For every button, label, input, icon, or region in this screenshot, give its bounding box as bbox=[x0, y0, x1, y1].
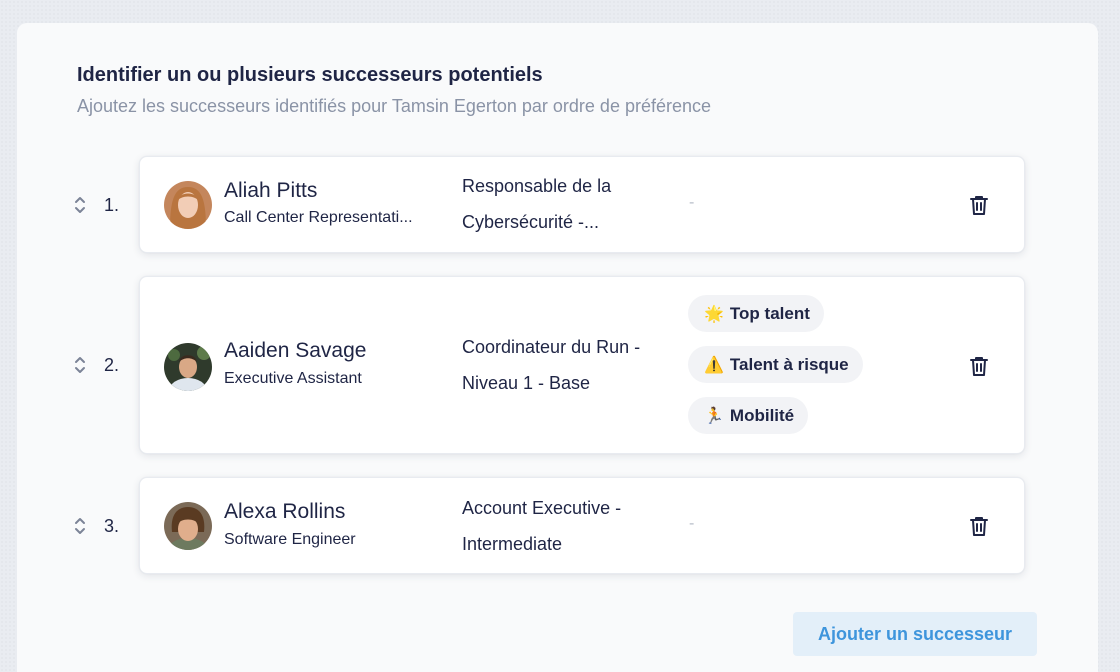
successor-name: Alexa Rollins bbox=[224, 500, 346, 523]
successor-position: Account Executive - Intermediate bbox=[462, 490, 676, 562]
tag-label: Mobilité bbox=[729, 405, 795, 425]
avatar bbox=[164, 343, 212, 391]
successor-card: Alexa Rollins Software Engineer Account … bbox=[139, 477, 1025, 574]
avatar bbox=[164, 502, 212, 550]
position-line: Coordinateur du Run - bbox=[462, 337, 641, 357]
successor-rank: 1. bbox=[104, 195, 120, 215]
tags-empty: - bbox=[689, 515, 695, 532]
position-line: Responsable de la bbox=[462, 176, 612, 196]
successor-role: Call Center Representati... bbox=[224, 209, 413, 226]
warning-icon: ⚠️ bbox=[704, 356, 724, 374]
successor-name: Aaiden Savage bbox=[224, 339, 367, 362]
add-successor-button[interactable]: Ajouter un successeur bbox=[793, 612, 1037, 656]
successor-rank: 2. bbox=[104, 355, 120, 375]
star-icon: 🌟 bbox=[704, 305, 724, 323]
drag-handle-icon[interactable] bbox=[72, 353, 88, 377]
position-line: Cybersécurité -... bbox=[462, 212, 600, 232]
tag-top-talent: 🌟 Top talent bbox=[688, 295, 824, 332]
avatar bbox=[164, 181, 212, 229]
section-title: Identifier un ou plusieurs successeurs p… bbox=[77, 64, 543, 86]
successor-role: Executive Assistant bbox=[224, 370, 362, 387]
trash-icon[interactable] bbox=[970, 195, 988, 215]
position-line: Niveau 1 - Base bbox=[462, 373, 591, 393]
position-line: Account Executive - bbox=[462, 498, 622, 518]
successor-position: Responsable de la Cybersécurité -... bbox=[462, 168, 676, 240]
drag-handle-icon[interactable] bbox=[72, 514, 88, 538]
successor-card: Aaiden Savage Executive Assistant Coordi… bbox=[139, 276, 1025, 454]
tag-mobility: 🏃 Mobilité bbox=[688, 397, 809, 434]
drag-handle-icon[interactable] bbox=[72, 193, 88, 217]
tag-talent-at-risk: ⚠️ Talent à risque bbox=[688, 346, 863, 383]
successor-rank: 3. bbox=[104, 516, 120, 536]
successor-position: Coordinateur du Run - Niveau 1 - Base bbox=[462, 329, 676, 401]
tag-label: Top talent bbox=[729, 303, 810, 323]
tags-empty: - bbox=[689, 194, 695, 211]
tag-label: Talent à risque bbox=[729, 354, 849, 374]
position-line: Intermediate bbox=[462, 534, 563, 554]
trash-icon[interactable] bbox=[970, 356, 988, 376]
section-subtitle: Ajoutez les successeurs identifiés pour … bbox=[77, 96, 712, 116]
successor-name: Aliah Pitts bbox=[224, 179, 318, 202]
runner-icon: 🏃 bbox=[704, 407, 724, 425]
trash-icon[interactable] bbox=[970, 516, 988, 536]
successor-role: Software Engineer bbox=[224, 531, 356, 548]
successor-card: Aliah Pitts Call Center Representati... … bbox=[139, 156, 1025, 253]
